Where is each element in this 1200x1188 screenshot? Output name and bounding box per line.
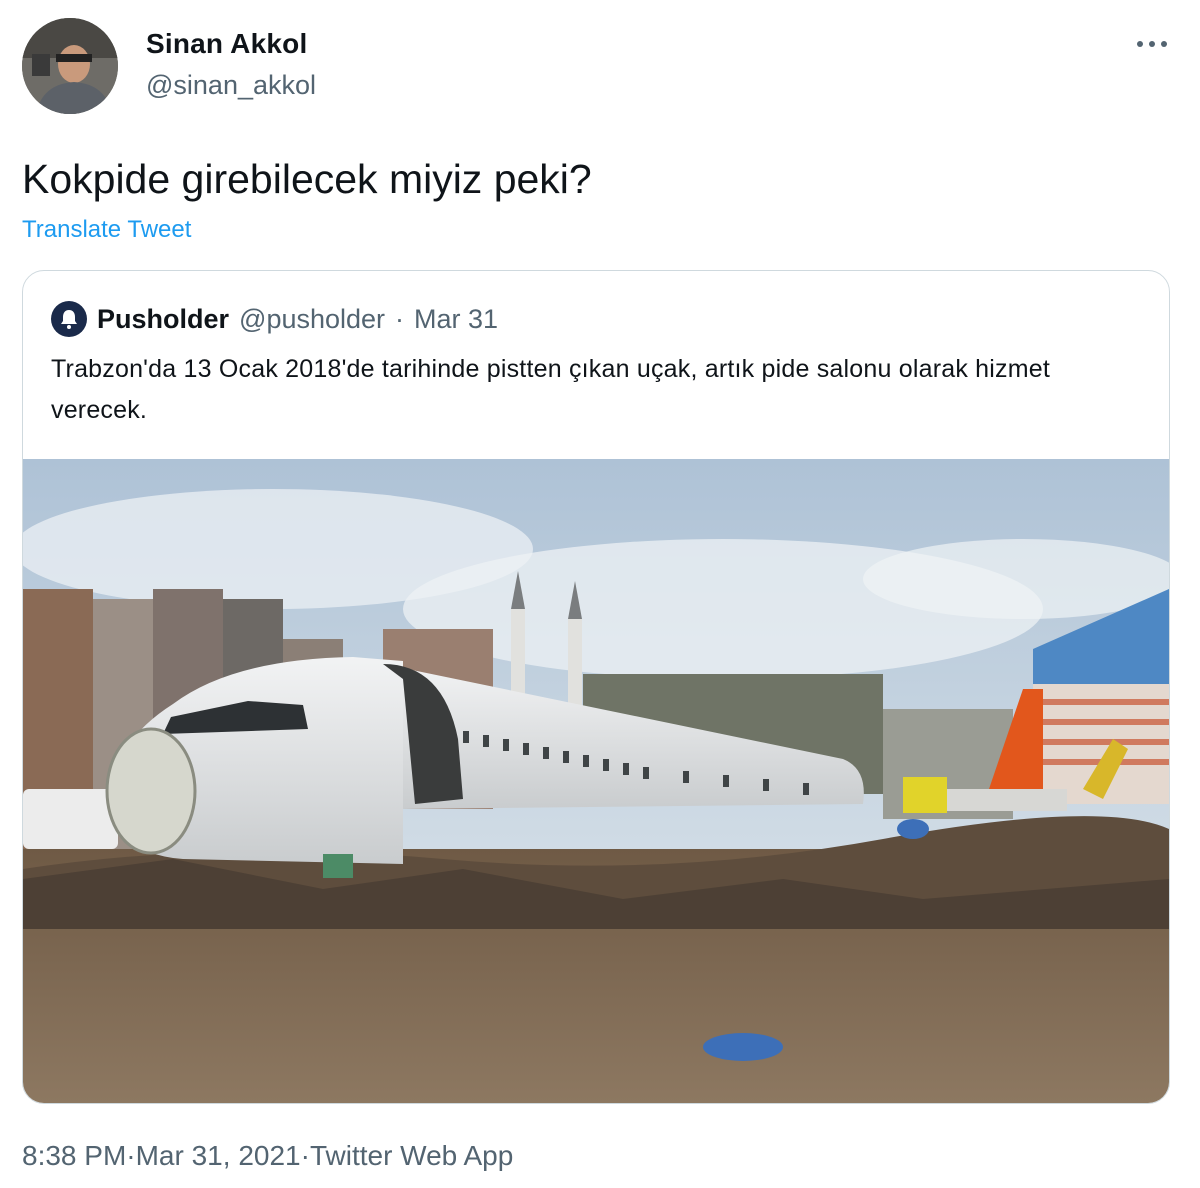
author-handle[interactable]: @sinan_akkol (146, 70, 316, 101)
footer-separator: · (126, 1140, 136, 1171)
quoted-author-name: Pusholder (97, 303, 230, 334)
pusholder-logo-icon (51, 301, 87, 337)
author-avatar-image (22, 18, 118, 114)
quoted-tweet-photo[interactable] (23, 459, 1169, 1103)
quoted-tweet-text: Trabzon'da 13 Ocak 2018'de tarihinde pis… (51, 355, 1051, 424)
tweet-text: Kokpide girebilecek miyiz peki? (22, 156, 592, 202)
quoted-author-handle: @pusholder (239, 303, 386, 334)
more-horizontal-icon[interactable] (1132, 32, 1172, 56)
airplane-photo (23, 459, 1169, 1103)
author-name[interactable]: Sinan Akkol (146, 28, 307, 60)
author-avatar[interactable] (22, 18, 118, 114)
tweet-source[interactable]: Twitter Web App (310, 1140, 513, 1172)
quoted-separator: · (395, 303, 405, 334)
footer-separator: · (300, 1140, 310, 1171)
tweet-time[interactable]: 8:38 PM (22, 1140, 126, 1172)
translate-tweet-link[interactable]: Translate Tweet (22, 216, 191, 244)
quoted-date: Mar 31 (414, 303, 499, 334)
tweet-date[interactable]: Mar 31, 2021 (136, 1140, 301, 1172)
tweet-footer: 8:38 PM · Mar 31, 2021 · Twitter Web App (22, 1140, 513, 1172)
quoted-tweet-header: Pusholder @pusholder · Mar 31 (51, 301, 498, 337)
quoted-tweet-card[interactable]: Pusholder @pusholder · Mar 31 Trabzon'da… (22, 270, 1170, 1104)
